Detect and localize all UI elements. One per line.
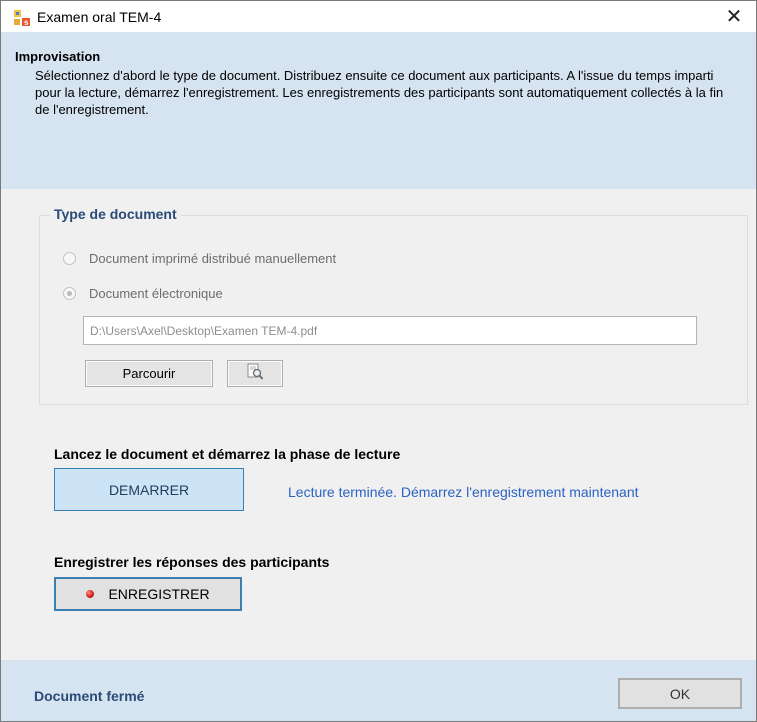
instructions-text: Sélectionnez d'abord le type de document… <box>35 68 724 117</box>
close-icon[interactable]: ✕ <box>712 1 756 32</box>
radio-button[interactable] <box>63 252 76 265</box>
magnifier-document-icon <box>246 363 264 384</box>
radio-label: Document imprimé distribué manuellement <box>89 251 337 266</box>
radio-button[interactable] <box>63 287 76 300</box>
title-bar[interactable]: s Examen oral TEM-4 ✕ <box>1 1 756 32</box>
radio-electronic-document[interactable]: Document électronique <box>63 286 223 301</box>
reading-status-text: Lecture terminée. Démarrez l'enregistrem… <box>288 484 639 500</box>
radio-label: Document électronique <box>89 286 223 301</box>
record-dot-icon <box>86 590 95 598</box>
section-heading: Improvisation <box>15 49 101 64</box>
ok-label: OK <box>669 685 691 702</box>
window-title: Examen oral TEM-4 <box>37 9 162 25</box>
svg-text:s: s <box>24 18 29 26</box>
preview-document-button[interactable] <box>227 360 283 387</box>
recording-section-title: Enregistrer les réponses des participant… <box>54 554 330 570</box>
radio-printed-document[interactable]: Document imprimé distribué manuellement <box>63 251 336 266</box>
record-label: ENREGISTRER <box>108 586 210 602</box>
start-button[interactable]: DEMARRER <box>54 468 244 511</box>
app-icon: s <box>14 10 30 27</box>
browse-button[interactable]: Parcourir <box>85 360 213 387</box>
browse-label: Parcourir <box>122 366 176 381</box>
reading-section-title: Lancez le document et démarrez la phase … <box>54 446 401 462</box>
document-type-legend: Type de document <box>50 206 181 222</box>
start-label: DEMARRER <box>108 481 190 498</box>
record-button[interactable]: ENREGISTRER <box>54 577 242 611</box>
ok-button[interactable]: OK <box>618 678 742 709</box>
dialog-window: s Examen oral TEM-4 ✕ Improvisation Séle… <box>0 0 757 722</box>
document-status-text: Document fermé <box>34 688 145 704</box>
file-path-input[interactable] <box>83 316 697 345</box>
